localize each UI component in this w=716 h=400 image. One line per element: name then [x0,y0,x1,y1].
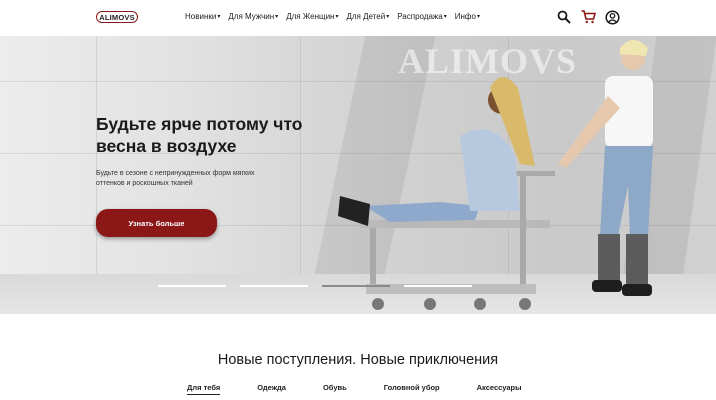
main-nav: Новинки ▾ Для Мужчин ▾ Для Женщин ▾ Для … [185,12,488,21]
caret-down-icon: ▾ [275,14,279,20]
model-standing [558,40,653,296]
tab-for-you[interactable]: Для тебя [187,383,221,395]
carousel-indicator-3[interactable] [322,285,390,287]
nav-item-label: Для Детей [346,12,386,21]
tab-shoes[interactable]: Обувь [323,383,347,395]
nav-item-women[interactable]: Для Женщин ▾ [286,12,338,21]
caret-down-icon: ▾ [335,14,339,20]
carousel-indicator-4[interactable] [404,285,472,287]
nav-item-label: Для Мужчин [228,12,275,21]
nav-item-men[interactable]: Для Мужчин ▾ [228,12,278,21]
section-title: Новые поступления. Новые приключения [217,352,499,368]
hero-photo-illustration [338,40,653,310]
caret-down-icon: ▾ [476,14,480,20]
nav-item-sale[interactable]: Распродажа ▾ [397,12,447,21]
tab-headwear[interactable]: Головной убор [384,383,440,395]
header-icons [556,9,628,25]
hero-subtitle: Будьте в сезоне с непринужденных форм мя… [96,170,255,187]
category-tabs: Для тебя Одежда Обувь Головной убор Аксе… [187,383,559,395]
nav-item-info[interactable]: Инфо ▾ [455,12,480,21]
cart-illustration [360,171,555,310]
learn-more-button[interactable]: Узнать больше [96,209,217,237]
tab-accessories[interactable]: Аксессуары [477,383,522,395]
search-icon[interactable] [556,9,572,25]
caret-down-icon: ▾ [217,14,221,20]
nav-item-label: Инфо [454,12,476,21]
hero-banner: ALIMOVS Будьте ярче потому что весна в в… [0,36,716,314]
hero-title: Будьте ярче потому что весна в воздухе [96,114,303,156]
account-icon[interactable] [604,9,620,25]
cart-icon[interactable] [580,9,596,25]
carousel-indicator-1[interactable] [158,285,226,287]
site-header: ALIMOVS Новинки ▾ Для Мужчин ▾ Для Женщи… [0,0,716,36]
nav-item-label: Распродажа [397,12,443,21]
caret-down-icon: ▾ [386,14,390,20]
tab-clothing[interactable]: Одежда [257,383,286,395]
nav-item-new[interactable]: Новинки ▾ [185,12,220,21]
logo[interactable]: ALIMOVS [96,11,138,23]
carousel-indicator-2[interactable] [240,285,308,287]
nav-item-label: Для Женщин [286,12,335,21]
caret-down-icon: ▾ [443,14,447,20]
model-sitting [338,77,535,226]
nav-item-label: Новинки [185,12,217,21]
nav-item-kids[interactable]: Для Детей ▾ [346,12,389,21]
